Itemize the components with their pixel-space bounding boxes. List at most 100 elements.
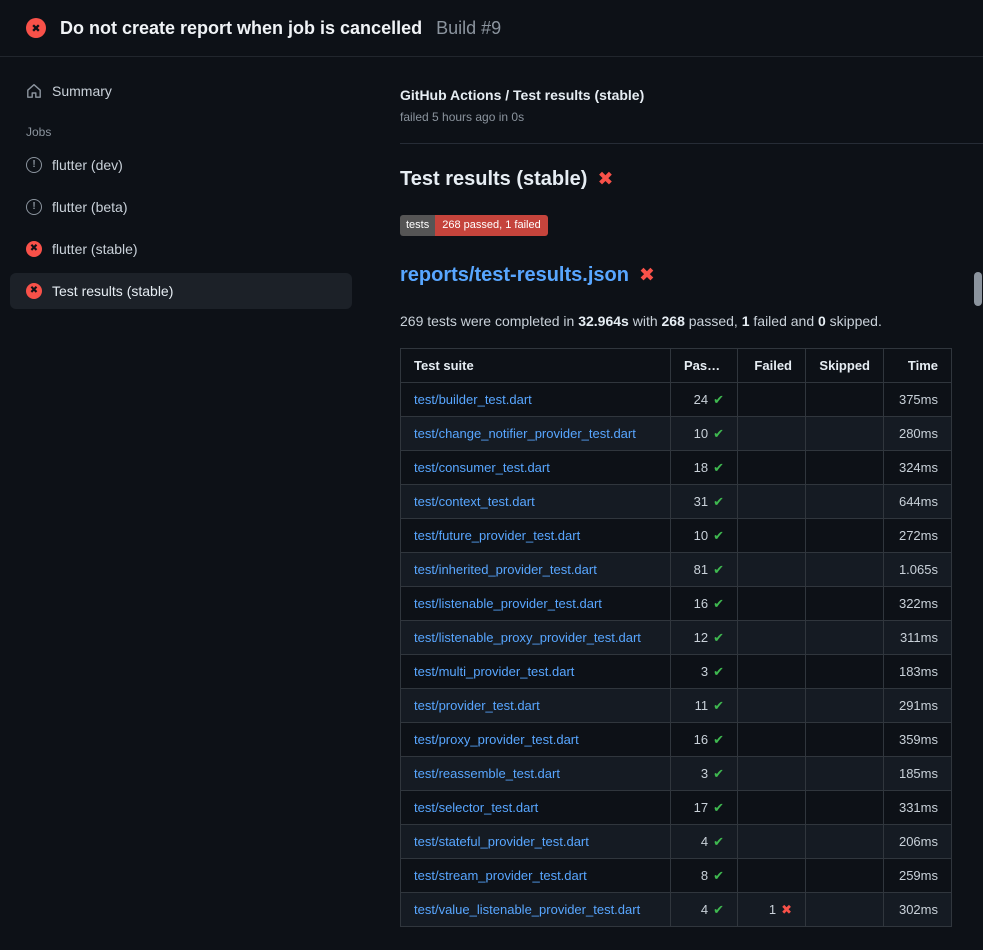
check-icon: ✔ [713,902,724,917]
sidebar-item-flutter-stable[interactable]: ✖ flutter (stable) [10,231,352,267]
page-header: ✖ Do not create report when job is cance… [0,0,983,57]
sidebar-item-label: Summary [52,83,112,99]
time-cell: 644ms [884,485,952,519]
scrollbar-thumb[interactable] [974,272,982,306]
job-status-icon: ! [26,157,42,173]
summary-failed-count: 1 [742,313,750,329]
table-row: test/inherited_provider_test.dart 81✔ 1.… [401,553,952,587]
table-header: Test suite Passed Failed Skipped Time [401,349,952,383]
time-cell: 302ms [884,893,952,927]
table-row: test/stream_provider_test.dart 8✔ 259ms [401,859,952,893]
sidebar-item-label: Test results (stable) [52,283,173,299]
time-cell: 375ms [884,383,952,417]
column-header-passed: Passed [671,349,738,383]
passed-cell: 11✔ [671,689,738,723]
test-suite-link[interactable]: test/future_provider_test.dart [414,528,580,543]
sidebar-item-test-results-stable[interactable]: ✖ Test results (stable) [10,273,352,309]
check-run-page: ✖ Do not create report when job is cance… [0,0,983,950]
table-row: test/multi_provider_test.dart 3✔ 183ms [401,655,952,689]
badge-label: tests [400,215,435,236]
summary-text: with [629,313,662,329]
test-suite-link[interactable]: test/provider_test.dart [414,698,540,713]
test-suite-link[interactable]: test/consumer_test.dart [414,460,550,475]
check-icon: ✔ [713,460,724,475]
failed-cell [738,485,806,519]
check-icon: ✔ [713,630,724,645]
time-cell: 280ms [884,417,952,451]
x-circle-fill-icon: ✖ [26,18,46,38]
test-suite-link[interactable]: test/builder_test.dart [414,392,532,407]
skipped-cell [806,451,884,485]
test-suite-link[interactable]: test/selector_test.dart [414,800,538,815]
check-icon: ✔ [713,800,724,815]
scrollbar-track[interactable] [972,57,983,950]
time-cell: 322ms [884,587,952,621]
failed-cell [738,655,806,689]
passed-cell: 16✔ [671,587,738,621]
time-cell: 272ms [884,519,952,553]
column-header-test-suite: Test suite [401,349,671,383]
check-icon: ✔ [713,664,724,679]
passed-cell: 4✔ [671,893,738,927]
passed-cell: 4✔ [671,825,738,859]
check-icon: ✔ [713,494,724,509]
test-suite-link[interactable]: test/change_notifier_provider_test.dart [414,426,636,441]
failed-cell [738,451,806,485]
passed-cell: 18✔ [671,451,738,485]
jobs-heading: Jobs [26,125,352,139]
test-suite-link[interactable]: test/value_listenable_provider_test.dart [414,902,640,917]
time-cell: 206ms [884,825,952,859]
test-suite-link[interactable]: test/listenable_proxy_provider_test.dart [414,630,641,645]
passed-cell: 12✔ [671,621,738,655]
table-row: test/value_listenable_provider_test.dart… [401,893,952,927]
summary-skipped-count: 0 [818,313,826,329]
test-suite-link[interactable]: test/stateful_provider_test.dart [414,834,589,849]
x-icon: ✖ [781,902,792,917]
job-status-icon: ! [26,199,42,215]
run-status-text: failed 5 hours ago in 0s [400,110,952,124]
failed-cell [738,791,806,825]
passed-cell: 3✔ [671,757,738,791]
passed-cell: 24✔ [671,383,738,417]
time-cell: 324ms [884,451,952,485]
table-row: test/change_notifier_provider_test.dart … [401,417,952,451]
passed-cell: 8✔ [671,859,738,893]
build-number: Build #9 [436,18,501,39]
tests-status-badge: tests 268 passed, 1 failed [400,215,548,236]
skipped-cell [806,825,884,859]
results-table-body: test/builder_test.dart 24✔ 375ms test/ch… [401,383,952,927]
test-suite-link[interactable]: test/context_test.dart [414,494,535,509]
time-cell: 183ms [884,655,952,689]
test-suite-link[interactable]: test/proxy_provider_test.dart [414,732,579,747]
skipped-cell [806,553,884,587]
test-suite-link[interactable]: test/listenable_provider_test.dart [414,596,602,611]
test-results-table: Test suite Passed Failed Skipped Time te… [400,348,952,927]
section-title-row: Test results (stable) ✖ [400,168,952,191]
time-cell: 291ms [884,689,952,723]
skipped-cell [806,417,884,451]
sidebar-item-flutter-dev[interactable]: ! flutter (dev) [10,147,352,183]
sidebar-item-label: flutter (stable) [52,241,138,257]
section-title: Test results (stable) [400,168,587,191]
report-file-link[interactable]: reports/test-results.json [400,264,629,287]
sidebar-item-label: flutter (dev) [52,157,123,173]
failed-cell [738,723,806,757]
time-cell: 359ms [884,723,952,757]
sidebar-item-flutter-beta[interactable]: ! flutter (beta) [10,189,352,225]
main-content: GitHub Actions / Test results (stable) f… [400,57,983,950]
test-suite-link[interactable]: test/stream_provider_test.dart [414,868,587,883]
table-row: test/stateful_provider_test.dart 4✔ 206m… [401,825,952,859]
failed-x-icon: ✖ [639,264,655,287]
sidebar-item-summary[interactable]: Summary [10,73,352,109]
test-suite-link[interactable]: test/multi_provider_test.dart [414,664,574,679]
summary-passed-count: 268 [662,313,685,329]
skipped-cell [806,621,884,655]
failed-x-icon: ✖ [597,168,613,191]
check-icon: ✔ [713,732,724,747]
test-suite-link[interactable]: test/reassemble_test.dart [414,766,560,781]
column-header-skipped: Skipped [806,349,884,383]
table-row: test/context_test.dart 31✔ 644ms [401,485,952,519]
failed-cell [738,757,806,791]
check-icon: ✔ [713,562,724,577]
test-suite-link[interactable]: test/inherited_provider_test.dart [414,562,597,577]
